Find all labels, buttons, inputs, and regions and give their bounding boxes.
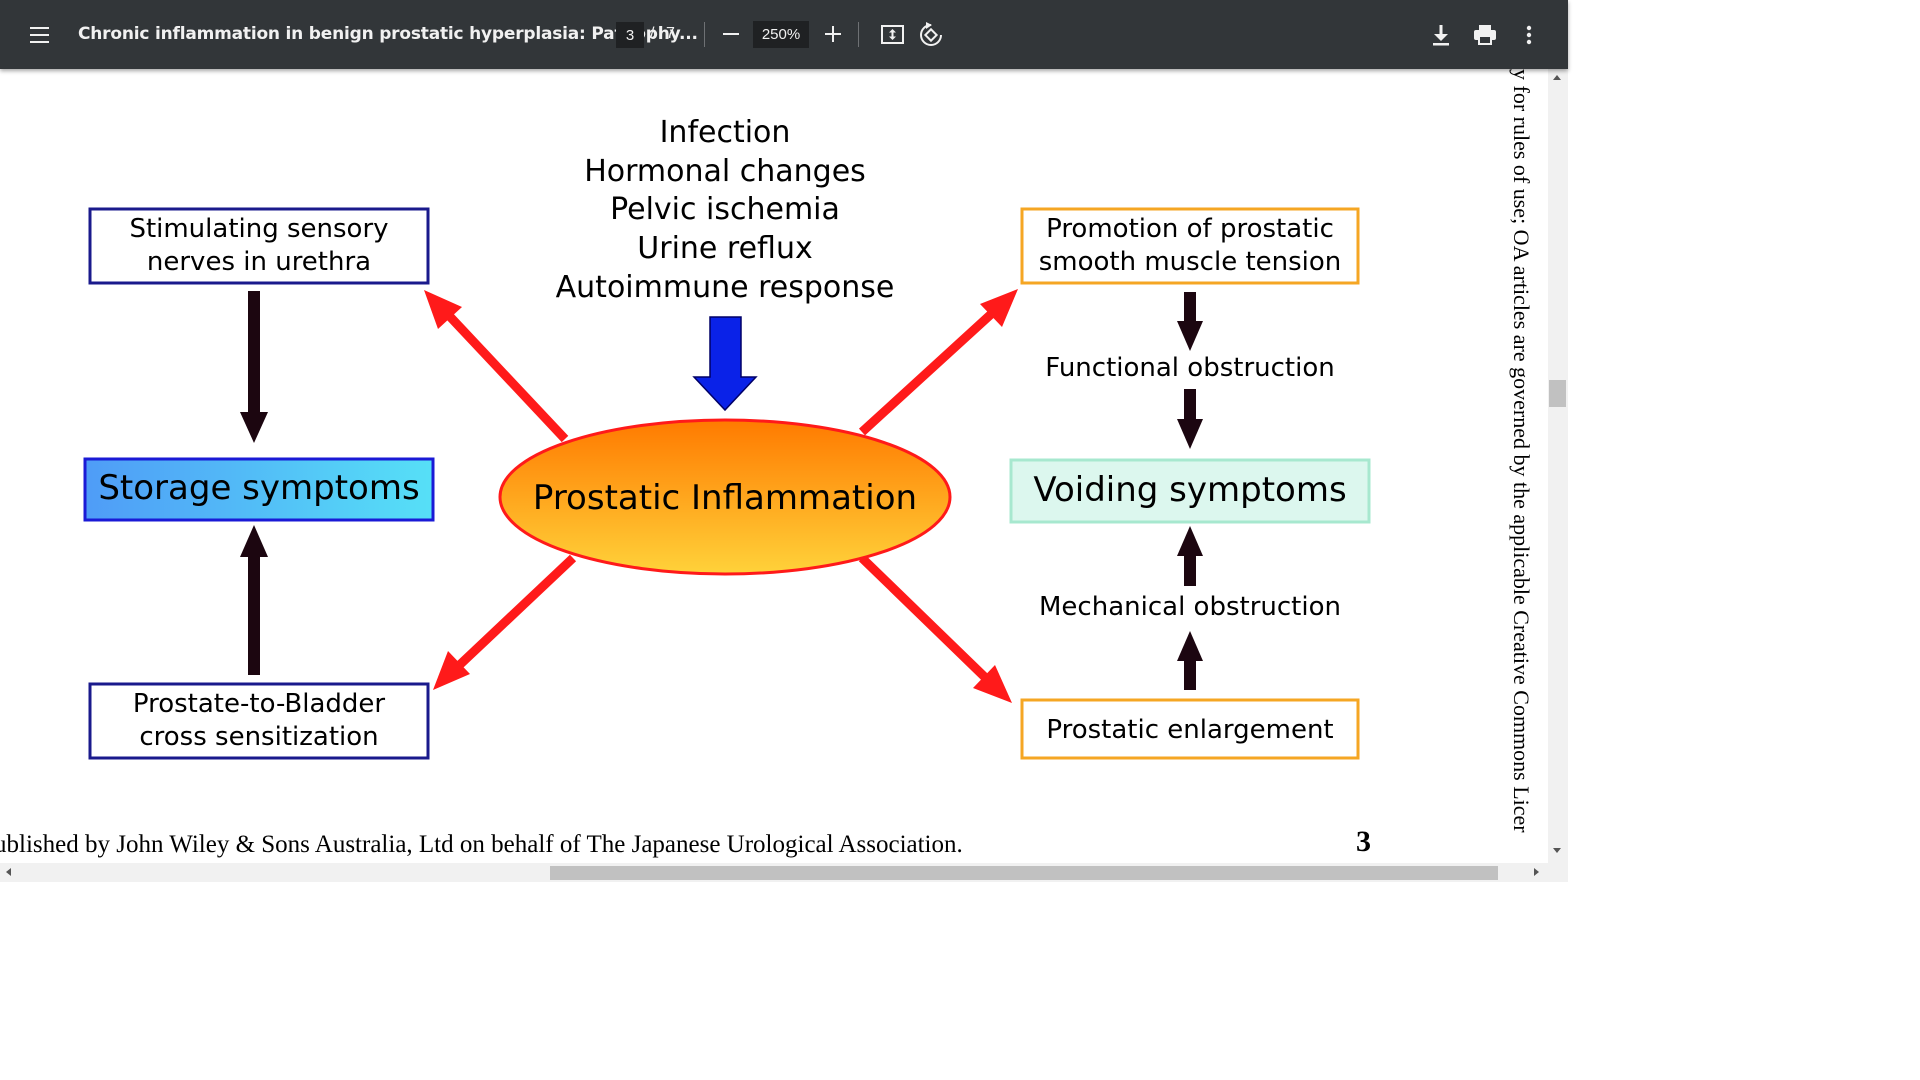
arrow-up-head [240,525,268,557]
storage-symptoms-label: Storage symptoms [98,468,419,508]
pdf-page: Infection Hormonal changes Pelvic ischem… [0,69,1548,863]
prostatic-enlargement-label: Prostatic enlargement [1046,715,1333,745]
scroll-right-arrow-icon[interactable] [1534,868,1539,876]
arrow-up-shaft [248,555,260,675]
cause-urine-reflux: Urine reflux [637,231,812,266]
arrow-down-head [1177,321,1203,351]
printer-icon[interactable] [1470,20,1500,50]
total-pages: 7 [666,25,675,42]
center-label: Prostatic Inflammation [533,478,917,518]
cause-autoimmune-response: Autoimmune response [556,270,895,305]
scroll-left-arrow-icon[interactable] [6,868,11,876]
arrow-up-shaft [1184,554,1196,586]
arrow-up-shaft [1184,659,1196,690]
pdf-toolbar: Chronic inflammation in benign prostatic… [0,0,1568,69]
scroll-down-arrow-icon[interactable] [1553,848,1561,853]
mechanical-obstruction-label: Mechanical obstruction [1039,592,1341,622]
vertical-scroll-thumb[interactable] [1549,380,1566,407]
plus-icon[interactable] [820,18,846,50]
arrow-down-shaft [1184,389,1196,421]
cause-pelvic-ischemia: Pelvic ischemia [610,192,840,227]
arrow-up-head [1177,526,1203,556]
blue-down-arrow [692,316,758,412]
arrow-up-head [1177,631,1203,661]
inflammation-diagram: Infection Hormonal changes Pelvic ischem… [83,115,1371,760]
cross-sensitization-line-1: Prostate-to-Bladder [133,689,386,719]
cause-hormonal-changes: Hormonal changes [584,154,866,189]
cause-infection: Infection [660,115,791,150]
arrow-down-head [1177,419,1203,449]
sensory-nerves-line-1: Stimulating sensory [129,214,388,244]
muscle-tension-line-1: Promotion of prostatic [1046,214,1334,244]
scrollbar-corner [1548,863,1568,882]
voiding-symptoms-label: Voiding symptoms [1033,470,1346,510]
vertical-scrollbar[interactable] [1548,69,1568,863]
muscle-tension-line-2: smooth muscle tension [1039,247,1342,277]
more-vertical-icon[interactable] [1514,20,1544,50]
functional-obstruction-label: Functional obstruction [1045,353,1334,383]
page-number-label: 3 [1356,825,1371,858]
page-footer: ublished by John Wiley & Sons Australia,… [0,831,963,858]
minus-icon[interactable] [718,18,744,50]
zoom-input[interactable] [753,21,809,48]
download-icon[interactable] [1426,20,1456,50]
menu-icon[interactable] [22,20,56,50]
cross-sensitization-line-2: cross sensitization [139,722,378,752]
arrow-down-head [240,412,268,443]
horizontal-scroll-thumb[interactable] [550,866,1498,880]
fit-to-page-icon[interactable] [878,20,908,50]
scroll-up-arrow-icon[interactable] [1553,75,1561,80]
sensory-nerves-line-2: nerves in urethra [147,247,371,277]
arrow-down-shaft [248,291,260,415]
rotate-icon[interactable] [916,20,946,50]
page-number-input[interactable] [616,22,644,48]
page-separator: / [650,25,655,42]
causes-list: Infection Hormonal changes Pelvic ischem… [556,115,895,305]
toolbar-divider [858,22,859,47]
toolbar-divider [704,22,705,47]
document-title: Chronic inflammation in benign prostatic… [78,24,698,44]
license-sidebar-text: y for rules of use; OA articles are gove… [1509,69,1534,833]
arrow-down-shaft [1184,292,1196,324]
